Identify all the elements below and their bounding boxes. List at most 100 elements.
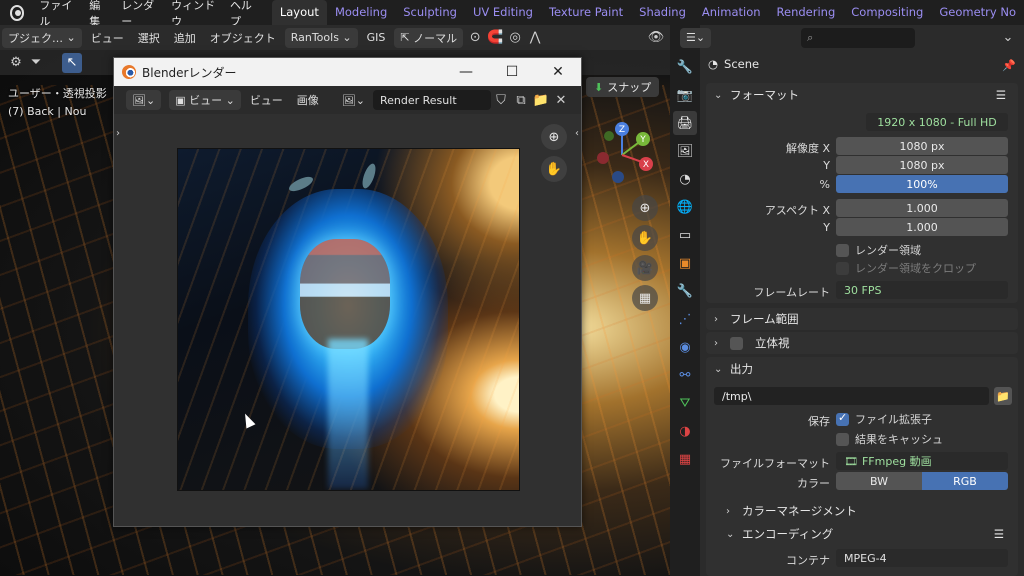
crop-region-checkbox[interactable]: レンダー領域をクロップ <box>836 259 976 277</box>
camera-view-icon[interactable]: 🎥 <box>632 255 658 281</box>
collection-tab-icon[interactable]: ▭ <box>673 223 697 247</box>
chevron-down-icon[interactable]: ⌄ <box>998 28 1018 48</box>
visibility-eye-icon[interactable]: 👁 <box>646 28 666 48</box>
aspect-x-field[interactable]: 1.000 <box>836 199 1008 217</box>
proportional-edit-icon[interactable]: ◎ <box>505 28 525 48</box>
settings-gear-icon[interactable]: ⚙ <box>6 53 26 73</box>
editor-type-dropdown[interactable]: ☰ ⌄ <box>680 27 712 48</box>
output-tab-icon[interactable]: 🖨 <box>673 111 697 135</box>
particles-tab-icon[interactable]: ⋰ <box>673 307 697 331</box>
output-path-input[interactable]: /tmp\ <box>714 387 989 405</box>
gis-menu[interactable]: GIS <box>360 31 393 44</box>
resolution-y-field[interactable]: 1080 px <box>836 156 1008 174</box>
encoding-header[interactable]: ⌄ エンコーディング ☰ <box>718 523 1014 545</box>
toolbar-collapse-chevron-icon[interactable]: ‹ <box>575 128 579 139</box>
object-mode-dropdown[interactable]: プジェク… ⌄ <box>2 27 82 48</box>
container-dropdown[interactable]: MPEG-4 <box>836 549 1008 567</box>
presets-list-icon[interactable]: ☰ <box>994 527 1004 541</box>
select-tool-icon[interactable]: ↖ <box>62 52 82 73</box>
file-extensions-checkbox[interactable]: ファイル拡張子 <box>836 410 932 428</box>
viewport-view-menu[interactable]: ビュー <box>84 30 131 46</box>
render-region-check[interactable] <box>836 243 849 257</box>
cache-result-check[interactable] <box>836 432 849 446</box>
maximize-icon[interactable]: ☐ <box>489 58 535 86</box>
tool-tab-icon[interactable]: 🔧 <box>673 55 697 79</box>
view-mode-dropdown[interactable]: ▣ ビュー ⌄ <box>169 90 241 110</box>
file-format-dropdown[interactable]: 🎞 FFmpeg 動画 <box>836 452 1008 470</box>
gizmo-neg-y-axis[interactable] <box>604 131 614 141</box>
stereoscopy-checkbox[interactable] <box>730 336 743 350</box>
pin-icon[interactable]: 📌 <box>1002 59 1016 72</box>
zoom-icon[interactable]: ⊕ <box>632 195 658 221</box>
frame-range-header[interactable]: › フレーム範囲 <box>706 308 1018 330</box>
framerate-dropdown[interactable]: 30 FPS <box>836 281 1008 299</box>
snap-toggle-icon[interactable]: 🧲 <box>485 28 505 48</box>
viewport-add-menu[interactable]: 追加 <box>167 30 203 46</box>
view-layer-tab-icon[interactable]: 🖼 <box>673 139 697 163</box>
tab-animation[interactable]: Animation <box>694 0 769 25</box>
render-region-checkbox[interactable]: レンダー領域 <box>836 241 921 259</box>
cache-result-checkbox[interactable]: 結果をキャッシュ <box>836 430 943 448</box>
image-name-field[interactable]: Render Result <box>372 90 491 110</box>
output-section-header[interactable]: ⌄ 出力 <box>706 357 1018 381</box>
color-management-header[interactable]: › カラーマネージメント <box>718 500 857 522</box>
resolution-percent-slider[interactable]: 100% <box>836 175 1008 193</box>
viewport-object-menu[interactable]: オブジェクト <box>203 30 283 46</box>
blender-logo-icon[interactable] <box>10 4 25 21</box>
render-window[interactable]: Blenderレンダー — ☐ ✕ 🖼 ⌄ ▣ ビュー ⌄ ビュー 画像 🖼 ⌄ R… <box>113 57 582 527</box>
pivot-point-icon[interactable]: ⊙ <box>465 28 485 48</box>
stereoscopy-header[interactable]: › 立体視 <box>706 332 1018 354</box>
editor-type-dropdown[interactable]: 🖼 ⌄ <box>126 90 162 110</box>
unlink-x-icon[interactable]: ✕ <box>551 90 571 110</box>
crop-region-check[interactable] <box>836 261 849 275</box>
color-rgb-button[interactable]: RGB <box>922 472 1008 490</box>
tab-uv-editing[interactable]: UV Editing <box>465 0 541 25</box>
data-tab-icon[interactable]: ⛛ <box>673 391 697 415</box>
gizmo-neg-z-axis[interactable] <box>612 171 624 183</box>
resolution-x-field[interactable]: 1080 px <box>836 137 1008 155</box>
render-canvas[interactable]: › ⊕ ✋ ‹ <box>114 114 581 526</box>
hand-pan-icon[interactable]: ✋ <box>541 156 567 182</box>
format-preset-dropdown[interactable]: 1920 x 1080 - Full HD <box>866 113 1008 131</box>
hand-pan-icon[interactable]: ✋ <box>632 225 658 251</box>
zoom-icon[interactable]: ⊕ <box>541 124 567 150</box>
render-window-titlebar[interactable]: Blenderレンダー — ☐ ✕ <box>114 58 581 86</box>
presets-list-icon[interactable]: ☰ <box>996 88 1006 102</box>
tab-geometry-nodes[interactable]: Geometry No <box>931 0 1024 25</box>
tab-layout[interactable]: Layout <box>271 0 327 25</box>
tab-shading[interactable]: Shading <box>631 0 694 25</box>
properties-search-input[interactable]: ⌕ <box>801 27 916 48</box>
tab-texture-paint[interactable]: Texture Paint <box>541 0 631 25</box>
texture-tab-icon[interactable]: ▦ <box>673 447 697 471</box>
scene-tab-icon[interactable]: ◔ <box>673 167 697 191</box>
image-menu[interactable]: 画像 <box>290 92 326 108</box>
close-icon[interactable]: ✕ <box>535 58 581 86</box>
transform-orientation-dropdown[interactable]: ⇱ ノーマル <box>394 27 464 48</box>
minimize-icon[interactable]: — <box>443 58 489 86</box>
file-extensions-check[interactable] <box>836 411 849 426</box>
tab-rendering[interactable]: Rendering <box>769 0 844 25</box>
object-tab-icon[interactable]: ▣ <box>673 251 697 275</box>
browse-image-dropdown[interactable]: 🖼 ⌄ <box>336 90 371 110</box>
tab-sculpting[interactable]: Sculpting <box>395 0 465 25</box>
tab-modeling[interactable]: Modeling <box>327 0 395 25</box>
format-section-header[interactable]: ⌄ フォーマット ☰ <box>706 83 1018 107</box>
color-bw-button[interactable]: BW <box>836 472 922 490</box>
stereoscopy-panel[interactable]: › 立体視 <box>706 332 1018 354</box>
rantools-menu[interactable]: RanTools ⌄ <box>284 27 358 48</box>
falloff-icon[interactable]: ⋀ <box>525 28 545 48</box>
duplicate-icon[interactable]: ⧉ <box>511 90 531 110</box>
navigation-gizmo[interactable]: Z Y X <box>590 120 660 190</box>
modifier-tab-icon[interactable]: 🔧 <box>673 279 697 303</box>
material-tab-icon[interactable]: ◑ <box>673 419 697 443</box>
physics-tab-icon[interactable]: ◉ <box>673 335 697 359</box>
constraints-tab-icon[interactable]: ⚯ <box>673 363 697 387</box>
open-folder-icon[interactable]: 📁 <box>531 90 551 110</box>
render-tab-icon[interactable]: 📷 <box>673 83 697 107</box>
world-tab-icon[interactable]: 🌐 <box>673 195 697 219</box>
sidebar-expand-chevron-icon[interactable]: › <box>116 128 120 139</box>
perspective-grid-icon[interactable]: ▦ <box>632 285 658 311</box>
fake-user-shield-icon[interactable]: ⛉ <box>491 90 511 110</box>
snap-button[interactable]: ⬇ スナップ <box>586 77 660 97</box>
viewport-select-menu[interactable]: 選択 <box>131 30 167 46</box>
